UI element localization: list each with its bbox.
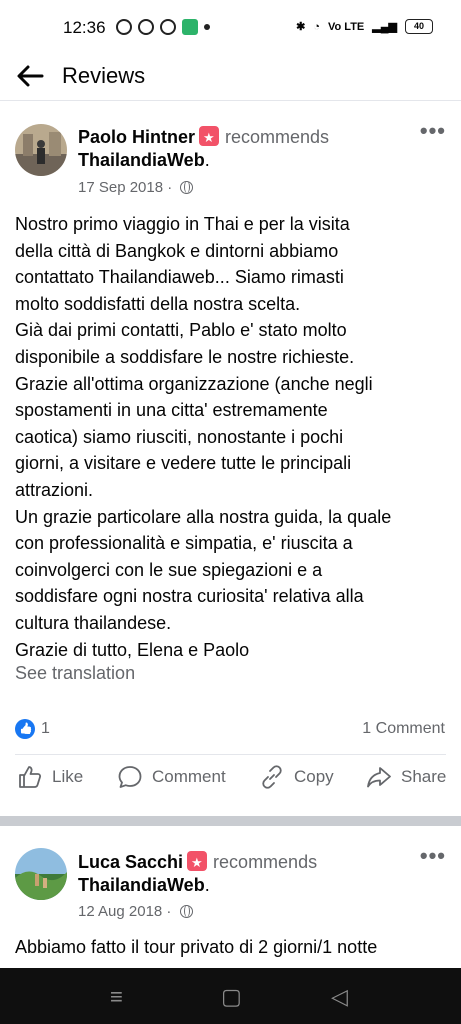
divider <box>15 754 446 755</box>
avatar[interactable] <box>15 848 67 900</box>
post-separator <box>0 816 461 826</box>
like-label: Like <box>52 767 84 786</box>
page-name[interactable]: ThailandiaWeb <box>78 875 205 895</box>
home-icon[interactable]: ▢ <box>221 984 242 1010</box>
review-text: Nostro primo viaggio in Thai e per la vi… <box>15 214 392 660</box>
battery-icon: 40 <box>405 19 433 34</box>
signal-icon: ▂▄▆ <box>372 21 397 33</box>
share-label: Share <box>401 767 447 786</box>
notification-icon <box>116 19 132 35</box>
comment-label: Comment <box>152 767 226 786</box>
link-icon <box>262 765 282 789</box>
comment-bubble-icon <box>118 766 142 788</box>
top-app-bar: Reviews <box>0 50 461 101</box>
wifi-icon: ◔ <box>313 20 321 33</box>
back-arrow-icon[interactable] <box>14 60 46 92</box>
status-time: 12:36 <box>63 18 106 37</box>
see-translation-link[interactable]: See translation <box>15 663 135 684</box>
notification-icons <box>116 19 210 35</box>
avatar[interactable] <box>15 124 67 176</box>
copy-button[interactable]: Copy <box>259 764 334 790</box>
recommends-label: recommends <box>213 852 318 872</box>
post-meta: 17 Sep 2018 · <box>78 179 194 196</box>
post-meta: 12 Aug 2018 · <box>78 903 193 920</box>
recommend-icon <box>187 851 208 874</box>
author-name[interactable]: Paolo Hintner <box>78 127 195 147</box>
globe-icon <box>180 181 194 194</box>
recent-apps-icon[interactable]: ≡ <box>110 984 123 1010</box>
globe-icon <box>179 905 193 918</box>
author-name[interactable]: Luca Sacchi <box>78 852 183 872</box>
page-name-line: ThailandiaWeb. <box>78 150 210 170</box>
back-nav-icon[interactable]: ◁ <box>331 984 348 1010</box>
recommend-icon <box>199 126 220 149</box>
post-date[interactable]: 12 Aug 2018 <box>78 903 162 920</box>
share-button[interactable]: Share <box>366 764 446 790</box>
like-button[interactable]: Like <box>17 764 83 790</box>
line-icon <box>138 19 154 35</box>
mail-icon <box>160 19 176 35</box>
volte-label: Vo LTE <box>328 20 365 33</box>
like-count[interactable]: 1 <box>41 720 50 738</box>
page-name-line: ThailandiaWeb. <box>78 875 210 895</box>
copy-label: Copy <box>294 767 334 786</box>
system-navigation-bar: ≡ ▢ ◁ <box>0 968 461 1024</box>
share-arrow-icon <box>367 767 391 788</box>
bluetooth-icon: ✱ <box>296 21 306 33</box>
more-notifications-icon <box>204 24 210 30</box>
more-options-icon[interactable]: ••• <box>420 843 446 869</box>
author-line: Paolo Hintner recommends <box>78 126 330 149</box>
recommends-label: recommends <box>225 127 330 147</box>
page-name[interactable]: ThailandiaWeb <box>78 150 205 170</box>
post-date[interactable]: 17 Sep 2018 <box>78 179 163 196</box>
author-line: Luca Sacchi recommends <box>78 851 318 874</box>
review-text: Abbiamo fatto il tour privato di 2 giorn… <box>15 937 378 957</box>
thumbs-up-icon <box>19 766 42 788</box>
like-reaction-icon[interactable] <box>15 719 35 739</box>
comment-count[interactable]: 1 Comment <box>362 720 445 738</box>
page-title: Reviews <box>62 63 146 88</box>
action-bar: Like Comment Copy Share <box>0 764 461 804</box>
app-icon <box>182 19 198 35</box>
more-options-icon[interactable]: ••• <box>420 118 446 144</box>
system-icons: ✱ ◔ Vo LTE ▂▄▆ 40 <box>296 19 433 34</box>
comment-button[interactable]: Comment <box>117 764 226 790</box>
